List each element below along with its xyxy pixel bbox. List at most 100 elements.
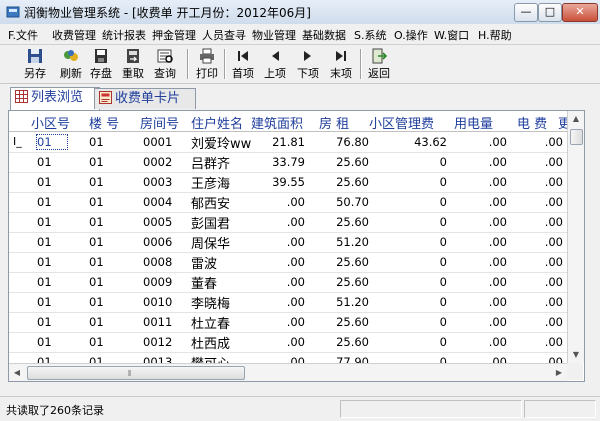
cell-rent[interactable]: 25.60: [309, 215, 369, 229]
cell-room[interactable]: 0012: [143, 335, 183, 349]
cell-district[interactable]: 01: [37, 235, 67, 249]
cell-power-usage[interactable]: .00: [449, 195, 507, 209]
save-button[interactable]: 存盘: [86, 47, 116, 81]
menu-file[interactable]: F.文件: [8, 27, 38, 43]
cell-room[interactable]: 0005: [143, 215, 183, 229]
close-button[interactable]: ✕: [562, 3, 598, 22]
cell-floor-area[interactable]: .00: [241, 215, 305, 229]
table-row[interactable]: 01 01 0005 彭国君 .00 25.60 0.00.00: [9, 212, 567, 233]
scroll-right-icon[interactable]: ▶: [551, 364, 567, 381]
cell-district[interactable]: 01: [37, 275, 67, 289]
cell-management-fee[interactable]: 0: [379, 275, 447, 289]
menu-basedata[interactable]: 基础数据: [302, 27, 346, 43]
scroll-down-icon[interactable]: ▼: [568, 347, 584, 363]
cell-electricity-fee[interactable]: .00: [509, 255, 563, 269]
cell-power-usage[interactable]: .00: [449, 135, 507, 149]
cell-electricity-fee[interactable]: .00: [509, 295, 563, 309]
cell-room[interactable]: 0010: [143, 295, 183, 309]
column-header[interactable]: 房间号: [140, 113, 179, 131]
column-header[interactable]: 小区号: [31, 113, 70, 131]
cell-power-usage[interactable]: .00: [449, 255, 507, 269]
cell-building[interactable]: 01: [89, 195, 129, 209]
cell-building[interactable]: 01: [89, 295, 129, 309]
vertical-scroll-thumb[interactable]: [570, 129, 583, 145]
cell-floor-area[interactable]: .00: [241, 195, 305, 209]
cell-room[interactable]: 0002: [143, 155, 183, 169]
table-row[interactable]: I_ 01 01 0001 刘爱玲ww 21.81 76.80 43.62.00.00: [9, 132, 567, 153]
cell-district[interactable]: 01: [37, 315, 67, 329]
cell-building[interactable]: 01: [89, 155, 129, 169]
next-record-button[interactable]: 下项: [293, 47, 323, 81]
cell-floor-area[interactable]: 21.81: [241, 135, 305, 149]
reload-button[interactable]: 重取: [118, 47, 148, 81]
cell-district[interactable]: 01: [37, 255, 67, 269]
cell-management-fee[interactable]: 0: [379, 255, 447, 269]
column-header[interactable]: 更: [558, 113, 567, 131]
cell-rent[interactable]: 25.60: [309, 315, 369, 329]
cell-district[interactable]: 01: [37, 335, 67, 349]
cell-floor-area[interactable]: 39.55: [241, 175, 305, 189]
cell-district[interactable]: 01: [37, 295, 67, 309]
cell-rent[interactable]: 76.80: [309, 135, 369, 149]
cell-building[interactable]: 01: [89, 235, 129, 249]
horizontal-scroll-thumb[interactable]: ⦀: [27, 366, 245, 380]
cell-room[interactable]: 0003: [143, 175, 183, 189]
horizontal-scrollbar[interactable]: ◀ ⦀ ▶: [9, 363, 567, 381]
cell-building[interactable]: 01: [89, 215, 129, 229]
print-button[interactable]: 打印: [192, 47, 222, 81]
table-row[interactable]: 01 01 0011 杜立春 .00 25.60 0.00.00: [9, 312, 567, 333]
column-header[interactable]: 用电量: [454, 113, 493, 131]
cell-electricity-fee[interactable]: .00: [509, 215, 563, 229]
scroll-up-icon[interactable]: ▲: [568, 111, 584, 127]
table-row[interactable]: 01 01 0008 雷波 .00 25.60 0.00.00: [9, 252, 567, 273]
menu-charge[interactable]: 收费管理: [52, 27, 96, 43]
column-header[interactable]: 房 租: [319, 113, 349, 131]
cell-rent[interactable]: 25.60: [309, 275, 369, 289]
cell-management-fee[interactable]: 0: [379, 195, 447, 209]
previous-record-button[interactable]: 上项: [260, 47, 290, 81]
table-row[interactable]: 01 01 0006 周保华 .00 51.20 0.00.00: [9, 232, 567, 253]
menu-window[interactable]: W.窗口: [434, 27, 469, 43]
tab-list-view[interactable]: 列表浏览: [10, 87, 100, 110]
table-row[interactable]: 01 01 0012 杜西成 .00 25.60 0.00.00: [9, 332, 567, 353]
cell-power-usage[interactable]: .00: [449, 175, 507, 189]
maximize-button[interactable]: □: [538, 3, 562, 22]
table-row[interactable]: 01 01 0010 李晓梅 .00 51.20 0.00.00: [9, 292, 567, 313]
cell-room[interactable]: 0001: [143, 135, 183, 149]
first-record-button[interactable]: 首项: [228, 47, 258, 81]
last-record-button[interactable]: 末项: [326, 47, 356, 81]
menu-deposit[interactable]: 押金管理: [152, 27, 196, 43]
vertical-scrollbar[interactable]: ▲ ▼: [567, 111, 584, 363]
menu-reports[interactable]: 统计报表: [102, 27, 146, 43]
menu-help[interactable]: H.帮助: [478, 27, 512, 43]
cell-electricity-fee[interactable]: .00: [509, 315, 563, 329]
cell-room[interactable]: 0006: [143, 235, 183, 249]
query-button[interactable]: 查询: [150, 47, 180, 81]
tab-card-view[interactable]: 收费单卡片: [94, 88, 196, 109]
refresh-button[interactable]: 刷新: [56, 47, 86, 81]
menu-system[interactable]: S.系统: [354, 27, 386, 43]
back-button[interactable]: 返回: [364, 47, 394, 81]
column-header[interactable]: 小区管理费: [369, 113, 434, 131]
cell-power-usage[interactable]: .00: [449, 155, 507, 169]
cell-electricity-fee[interactable]: .00: [509, 195, 563, 209]
cell-rent[interactable]: 50.70: [309, 195, 369, 209]
cell-room[interactable]: 0011: [143, 315, 183, 329]
cell-floor-area[interactable]: .00: [241, 235, 305, 249]
cell-room[interactable]: 0004: [143, 195, 183, 209]
cell-district[interactable]: 01: [37, 155, 67, 169]
cell-room[interactable]: 0008: [143, 255, 183, 269]
column-header[interactable]: 电 费: [517, 113, 547, 131]
cell-building[interactable]: 01: [89, 255, 129, 269]
cell-building[interactable]: 01: [89, 315, 129, 329]
cell-electricity-fee[interactable]: .00: [509, 175, 563, 189]
cell-electricity-fee[interactable]: .00: [509, 235, 563, 249]
cell-rent[interactable]: 25.60: [309, 335, 369, 349]
cell-management-fee[interactable]: 0: [379, 295, 447, 309]
cell-power-usage[interactable]: .00: [449, 215, 507, 229]
cell-district[interactable]: 01: [37, 175, 67, 189]
column-header[interactable]: 住户姓名: [191, 113, 243, 131]
cell-power-usage[interactable]: .00: [449, 295, 507, 309]
cell-rent[interactable]: 25.60: [309, 175, 369, 189]
cell-power-usage[interactable]: .00: [449, 275, 507, 289]
